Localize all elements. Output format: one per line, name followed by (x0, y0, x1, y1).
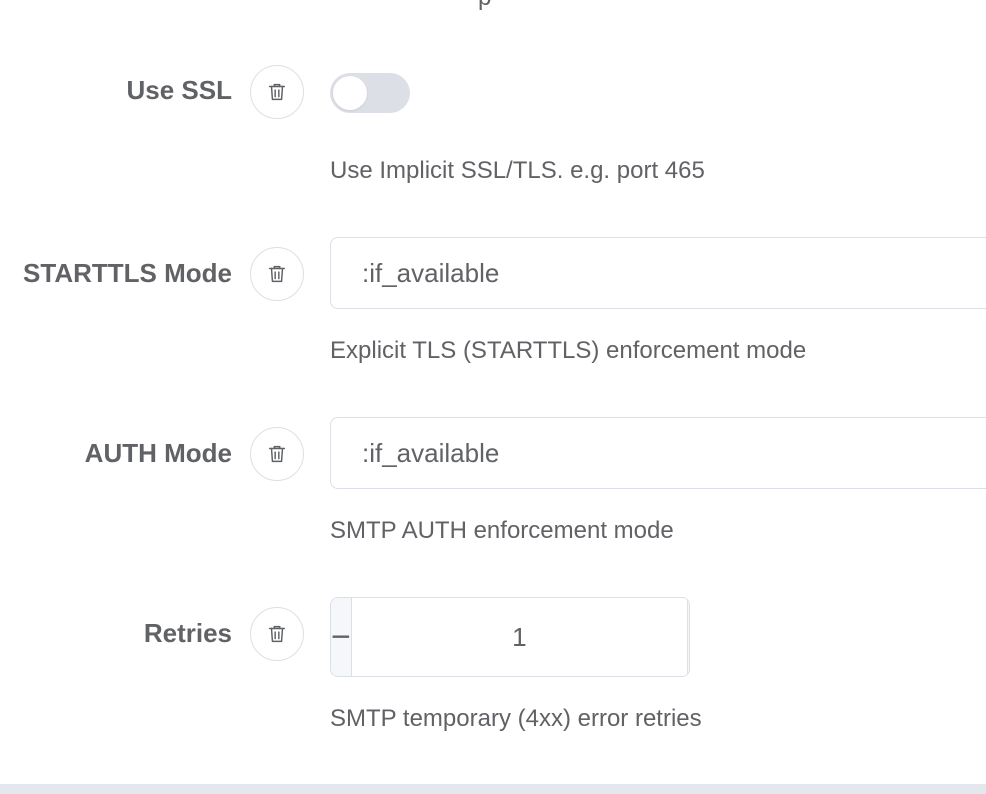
use-ssl-delete-button[interactable] (250, 65, 304, 119)
minus-icon: − (331, 617, 351, 656)
retries-decrement-button[interactable]: − (331, 598, 352, 676)
trash-icon (268, 625, 286, 643)
auth-mode-input[interactable] (330, 417, 986, 489)
retries-delete-button[interactable] (250, 607, 304, 661)
retries-increment-button[interactable]: + (686, 598, 689, 676)
clipped-help-text-fragment: p (478, 0, 491, 12)
trash-icon (268, 83, 286, 101)
auth-mode-help-text: SMTP AUTH enforcement mode (330, 517, 674, 544)
trash-icon (268, 265, 286, 283)
starttls-mode-help-text: Explicit TLS (STARTTLS) enforcement mode (330, 337, 807, 364)
starttls-mode-input[interactable] (330, 237, 986, 309)
bottom-divider (0, 784, 986, 794)
retries-label: Retries (143, 618, 232, 648)
trash-icon (268, 445, 286, 463)
plus-icon: + (688, 618, 689, 657)
retries-stepper: − + (330, 597, 690, 677)
use-ssl-toggle[interactable] (330, 73, 410, 113)
auth-mode-delete-button[interactable] (250, 427, 304, 481)
starttls-mode-label: STARTTLS Mode (23, 258, 232, 288)
auth-mode-label: AUTH Mode (84, 438, 232, 468)
use-ssl-help-text: Use Implicit SSL/TLS. e.g. port 465 (330, 157, 705, 184)
toggle-knob (333, 76, 367, 110)
use-ssl-label: Use SSL (126, 75, 233, 105)
retries-help-text: SMTP temporary (4xx) error retries (330, 705, 702, 732)
retries-value-input[interactable] (351, 598, 687, 676)
starttls-mode-delete-button[interactable] (250, 247, 304, 301)
